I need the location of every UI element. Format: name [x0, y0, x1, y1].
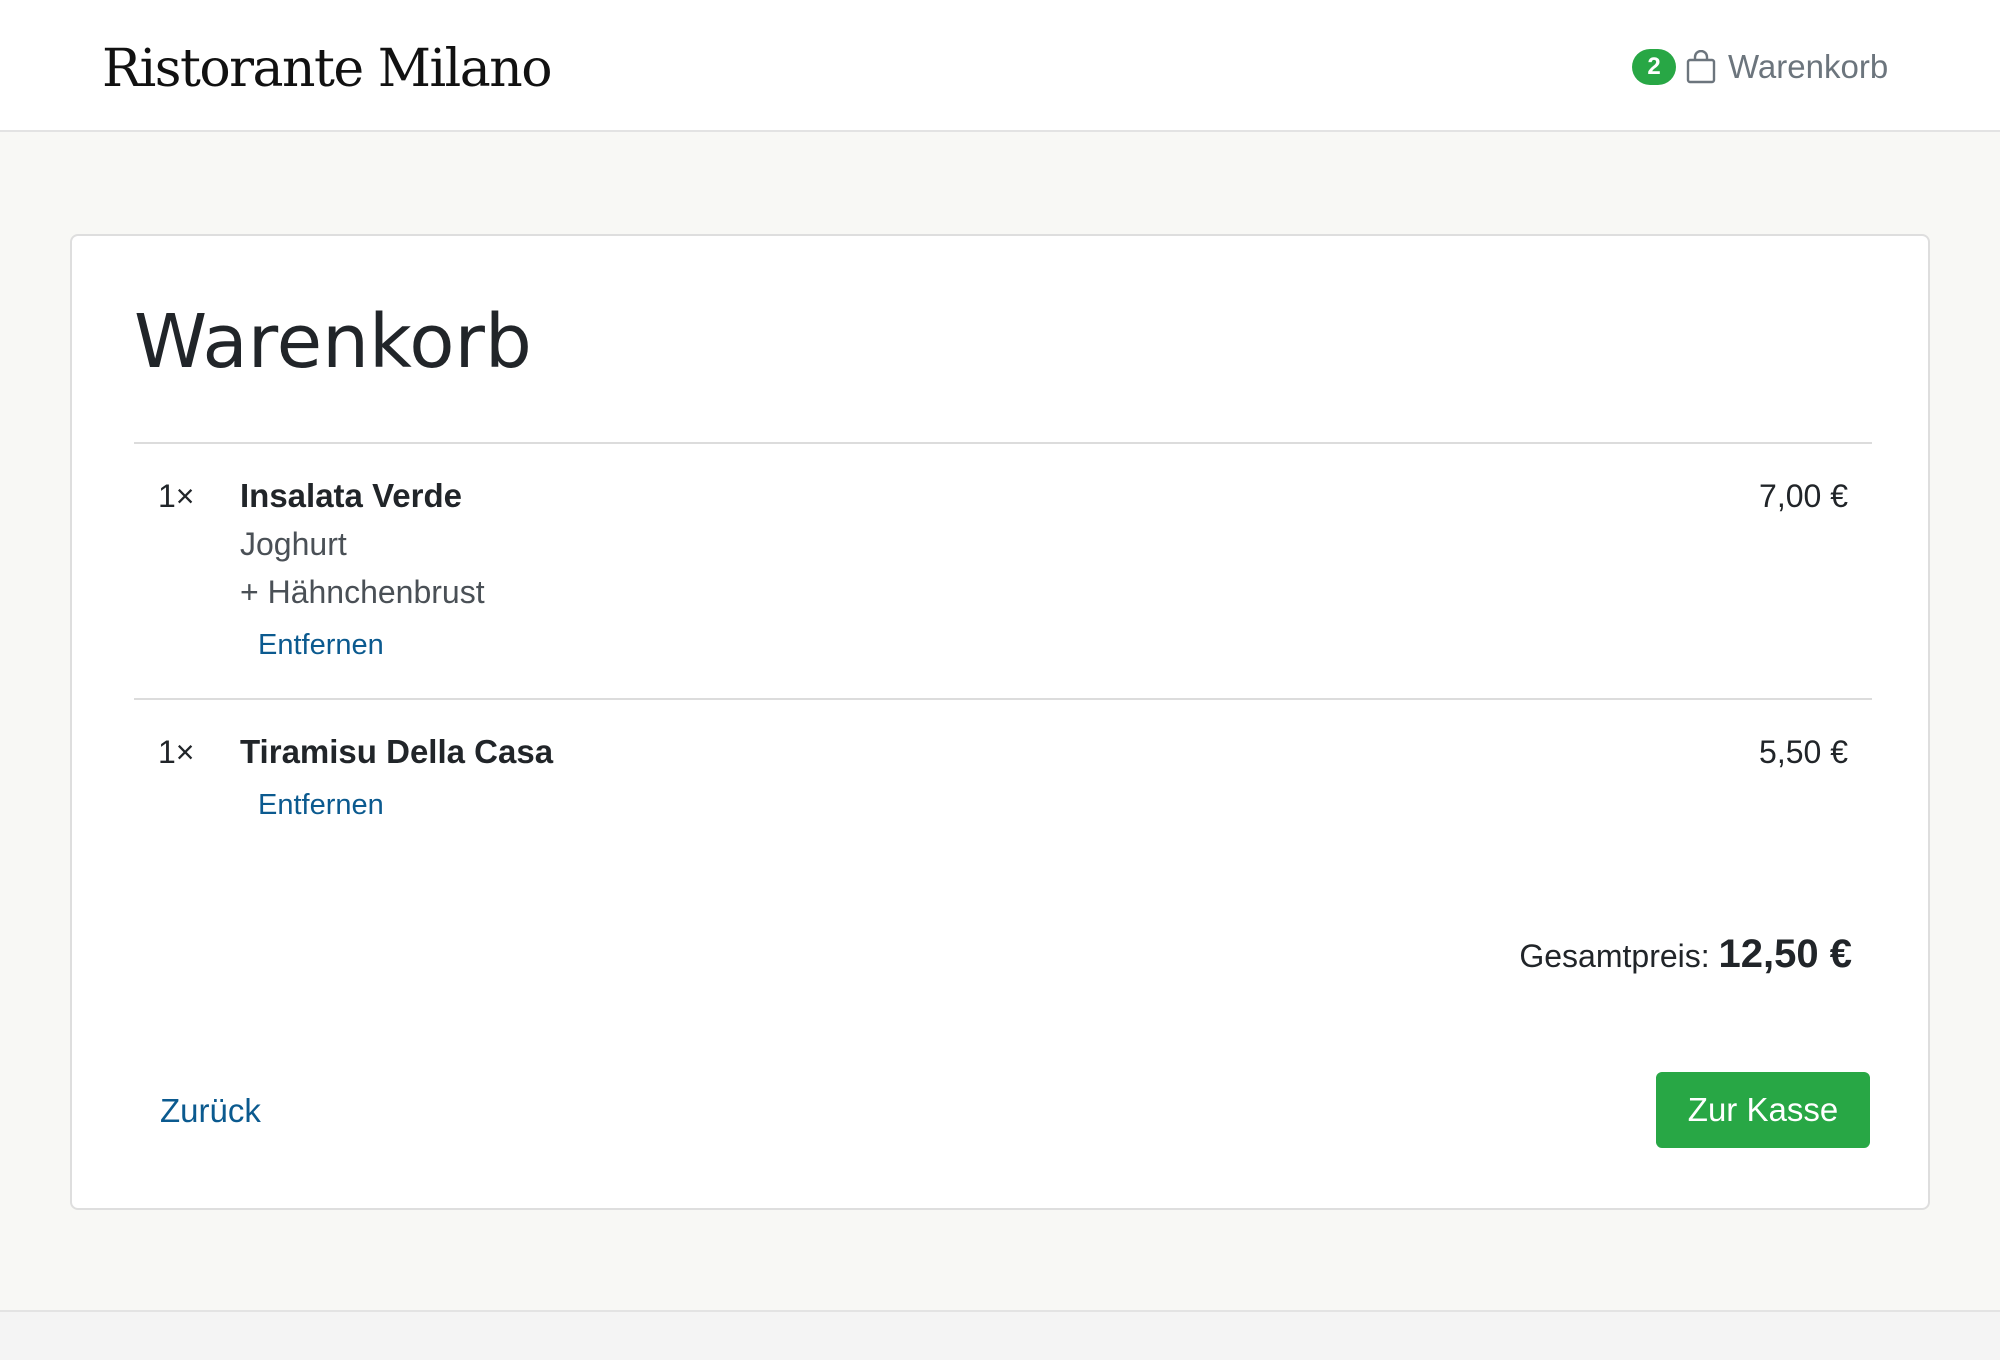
brand-logo[interactable]: Ristorante Milano: [102, 36, 553, 102]
remove-item-button[interactable]: Entfernen: [258, 786, 384, 824]
total-label: Gesamtpreis:: [1519, 938, 1710, 974]
cart-items-list: 1× Insalata Verde Joghurt + Hähnchenbrus…: [134, 442, 1872, 860]
item-quantity: 1×: [158, 478, 195, 514]
cart-item: 1× Insalata Verde Joghurt + Hähnchenbrus…: [134, 444, 1872, 700]
item-option: + Hähnchenbrust: [240, 574, 485, 610]
cart-count-badge: 2: [1632, 49, 1676, 85]
cart-nav-link[interactable]: 2 Warenkorb: [1632, 46, 1888, 88]
total-value: 12,50 €: [1718, 932, 1852, 976]
item-quantity: 1×: [158, 734, 195, 770]
cart-card: Warenkorb 1× Insalata Verde Joghurt + Hä…: [70, 234, 1930, 1210]
page-footer: [0, 1310, 2000, 1360]
checkout-button[interactable]: Zur Kasse: [1656, 1072, 1870, 1148]
remove-item-button[interactable]: Entfernen: [258, 626, 384, 664]
item-price: 5,50 €: [1759, 734, 1848, 770]
item-name: Insalata Verde: [240, 477, 462, 514]
page-title: Warenkorb: [134, 299, 532, 385]
cart-nav-label: Warenkorb: [1728, 48, 1889, 85]
back-link[interactable]: Zurück: [160, 1090, 261, 1132]
top-navbar: Ristorante Milano 2 Warenkorb: [0, 0, 2000, 132]
item-option: Joghurt: [240, 526, 347, 562]
order-total: Gesamtpreis: 12,50 €: [1519, 928, 1852, 982]
item-name: Tiramisu Della Casa: [240, 733, 554, 770]
shopping-bag-icon: [1686, 49, 1716, 84]
cart-item: 1× Tiramisu Della Casa Entfernen 5,50 €: [134, 700, 1872, 860]
item-price: 7,00 €: [1759, 478, 1848, 514]
